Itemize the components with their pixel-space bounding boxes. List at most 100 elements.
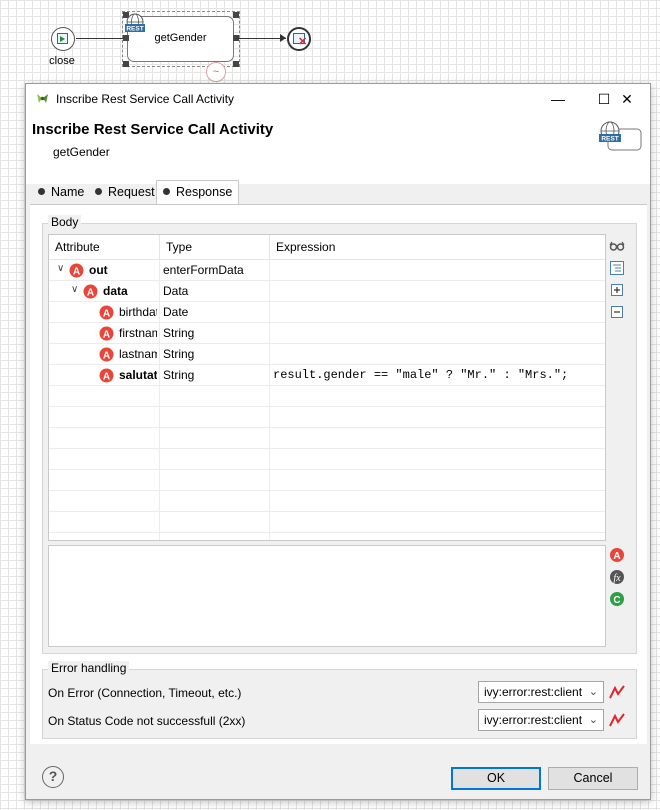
svg-text:A: A bbox=[103, 330, 110, 341]
cell-type: String bbox=[163, 326, 195, 340]
resize-handle[interactable] bbox=[123, 35, 129, 41]
attribute-icon: A bbox=[99, 326, 114, 341]
header-title: Inscribe Rest Service Call Activity bbox=[32, 121, 274, 138]
svg-text:REST: REST bbox=[126, 26, 143, 33]
expand-all-icon[interactable] bbox=[609, 282, 625, 298]
error-zigzag-icon[interactable] bbox=[608, 712, 626, 728]
on-status-code-label: On Status Code not successfull (2xx) bbox=[48, 714, 246, 728]
resize-handle[interactable] bbox=[123, 61, 129, 67]
empty-table-row[interactable] bbox=[49, 512, 605, 533]
table-row[interactable]: Asalutation String result.gender == "male"… bbox=[49, 365, 605, 386]
error-zigzag-icon[interactable] bbox=[608, 684, 626, 700]
tab-request[interactable]: Request bbox=[89, 182, 161, 204]
cell-attribute: out bbox=[89, 263, 108, 277]
collapse-all-icon[interactable] bbox=[609, 260, 625, 276]
svg-text:A: A bbox=[613, 551, 620, 562]
collapse-icon[interactable] bbox=[609, 304, 625, 320]
title-bar: Inscribe Rest Service Call Activity — ☐ … bbox=[26, 84, 650, 114]
resize-handle[interactable] bbox=[233, 12, 239, 18]
table-header: Attribute Type Expression bbox=[49, 235, 605, 260]
cell-expression[interactable] bbox=[273, 344, 601, 365]
sequence-flow[interactable] bbox=[76, 38, 126, 39]
chevron-down-icon: ⌄ bbox=[588, 686, 598, 698]
cell-attribute: firstname bbox=[119, 326, 157, 340]
attribute-icon[interactable]: A bbox=[609, 547, 625, 563]
column-header-type[interactable]: Type bbox=[160, 235, 270, 260]
svg-text:A: A bbox=[103, 309, 110, 320]
boundary-error-event-icon[interactable]: ~ bbox=[206, 62, 226, 82]
cell-expression[interactable] bbox=[273, 281, 601, 302]
help-button[interactable]: ? bbox=[42, 766, 64, 788]
column-header-attribute[interactable]: Attribute bbox=[49, 235, 160, 260]
cell-attribute: lastname bbox=[119, 347, 157, 361]
cell-expression[interactable] bbox=[273, 302, 601, 323]
ok-button[interactable]: OK bbox=[451, 767, 541, 790]
body-group-title: Body bbox=[48, 215, 82, 229]
svg-text:A: A bbox=[103, 372, 110, 383]
rest-activity-icon: REST bbox=[599, 121, 642, 151]
svg-text:A: A bbox=[103, 351, 110, 362]
error-end-event[interactable]: ✕ bbox=[287, 27, 311, 51]
flow-arrowhead bbox=[280, 34, 286, 42]
expand-toggle-icon[interactable]: ∨ bbox=[71, 284, 78, 295]
cell-expression[interactable] bbox=[273, 260, 601, 281]
cancel-button[interactable]: Cancel bbox=[548, 767, 638, 790]
empty-table-row[interactable] bbox=[49, 470, 605, 491]
signal-start-icon bbox=[57, 33, 68, 44]
table-row[interactable]: ∨ Aout enterFormData bbox=[49, 260, 605, 281]
resize-handle[interactable] bbox=[233, 61, 239, 67]
svg-text:fx: fx bbox=[613, 573, 621, 584]
sequence-flow[interactable] bbox=[236, 38, 286, 39]
column-header-expression[interactable]: Expression bbox=[270, 235, 605, 260]
on-status-code-select[interactable]: ivy:error:rest:client ⌄ bbox=[478, 709, 604, 731]
tab-bullet-icon bbox=[163, 188, 170, 195]
rest-globe-icon: REST bbox=[125, 13, 145, 33]
attribute-icon: A bbox=[83, 284, 98, 299]
ivy-app-icon bbox=[37, 94, 48, 103]
svg-text:A: A bbox=[73, 267, 80, 278]
tab-bullet-icon bbox=[95, 188, 102, 195]
tab-name[interactable]: Name bbox=[32, 182, 90, 204]
empty-table-row[interactable] bbox=[49, 491, 605, 512]
tab-bar: Name Request Response bbox=[26, 180, 650, 205]
error-handling-title: Error handling bbox=[48, 661, 130, 675]
table-row[interactable]: Alastname String bbox=[49, 344, 605, 365]
empty-table-row[interactable] bbox=[49, 428, 605, 449]
svg-text:C: C bbox=[613, 595, 620, 606]
table-row[interactable]: ∨ Adata Data bbox=[49, 281, 605, 302]
attribute-tree-table[interactable]: Attribute Type Expression ∨ Aout enterForm… bbox=[48, 234, 606, 541]
svg-text:A: A bbox=[87, 288, 94, 299]
error-x-icon: ✕ bbox=[298, 36, 308, 48]
expand-toggle-icon[interactable]: ∨ bbox=[57, 263, 64, 274]
table-row[interactable]: Afirstname String bbox=[49, 323, 605, 344]
tab-bullet-icon bbox=[38, 188, 45, 195]
cell-expression[interactable] bbox=[273, 323, 601, 344]
attribute-icon: A bbox=[99, 347, 114, 362]
window-title: Inscribe Rest Service Call Activity bbox=[56, 92, 235, 106]
chevron-down-icon: ⌄ bbox=[588, 714, 598, 726]
svg-text:REST: REST bbox=[601, 136, 618, 143]
empty-table-row[interactable] bbox=[49, 407, 605, 428]
cell-attribute: data bbox=[103, 284, 128, 298]
function-icon[interactable]: fx bbox=[609, 569, 625, 585]
on-error-select[interactable]: ivy:error:rest:client ⌄ bbox=[478, 681, 604, 703]
expression-editor[interactable] bbox=[48, 545, 606, 647]
cell-type: enterFormData bbox=[163, 263, 244, 277]
empty-table-row[interactable] bbox=[49, 449, 605, 470]
attribute-icon: A bbox=[69, 263, 84, 278]
cell-attribute: birthdate bbox=[119, 305, 157, 319]
cell-type: Data bbox=[163, 284, 189, 298]
start-event[interactable] bbox=[51, 27, 75, 51]
empty-table-row[interactable] bbox=[49, 386, 605, 407]
tab-response[interactable]: Response bbox=[156, 180, 240, 205]
close-button[interactable]: ✕ bbox=[604, 84, 650, 114]
cell-attribute: salutation bbox=[119, 368, 157, 382]
header-subtitle: getGender bbox=[53, 145, 110, 159]
glasses-icon[interactable] bbox=[609, 238, 625, 254]
minimize-button[interactable]: — bbox=[535, 84, 581, 114]
table-row[interactable]: Abirthdate Date bbox=[49, 302, 605, 323]
class-icon[interactable]: C bbox=[609, 591, 625, 607]
cell-expression[interactable]: result.gender == "male" ? "Mr." : "Mrs."… bbox=[273, 365, 601, 386]
start-event-label: close bbox=[49, 55, 75, 67]
on-error-label: On Error (Connection, Timeout, etc.) bbox=[48, 686, 242, 700]
